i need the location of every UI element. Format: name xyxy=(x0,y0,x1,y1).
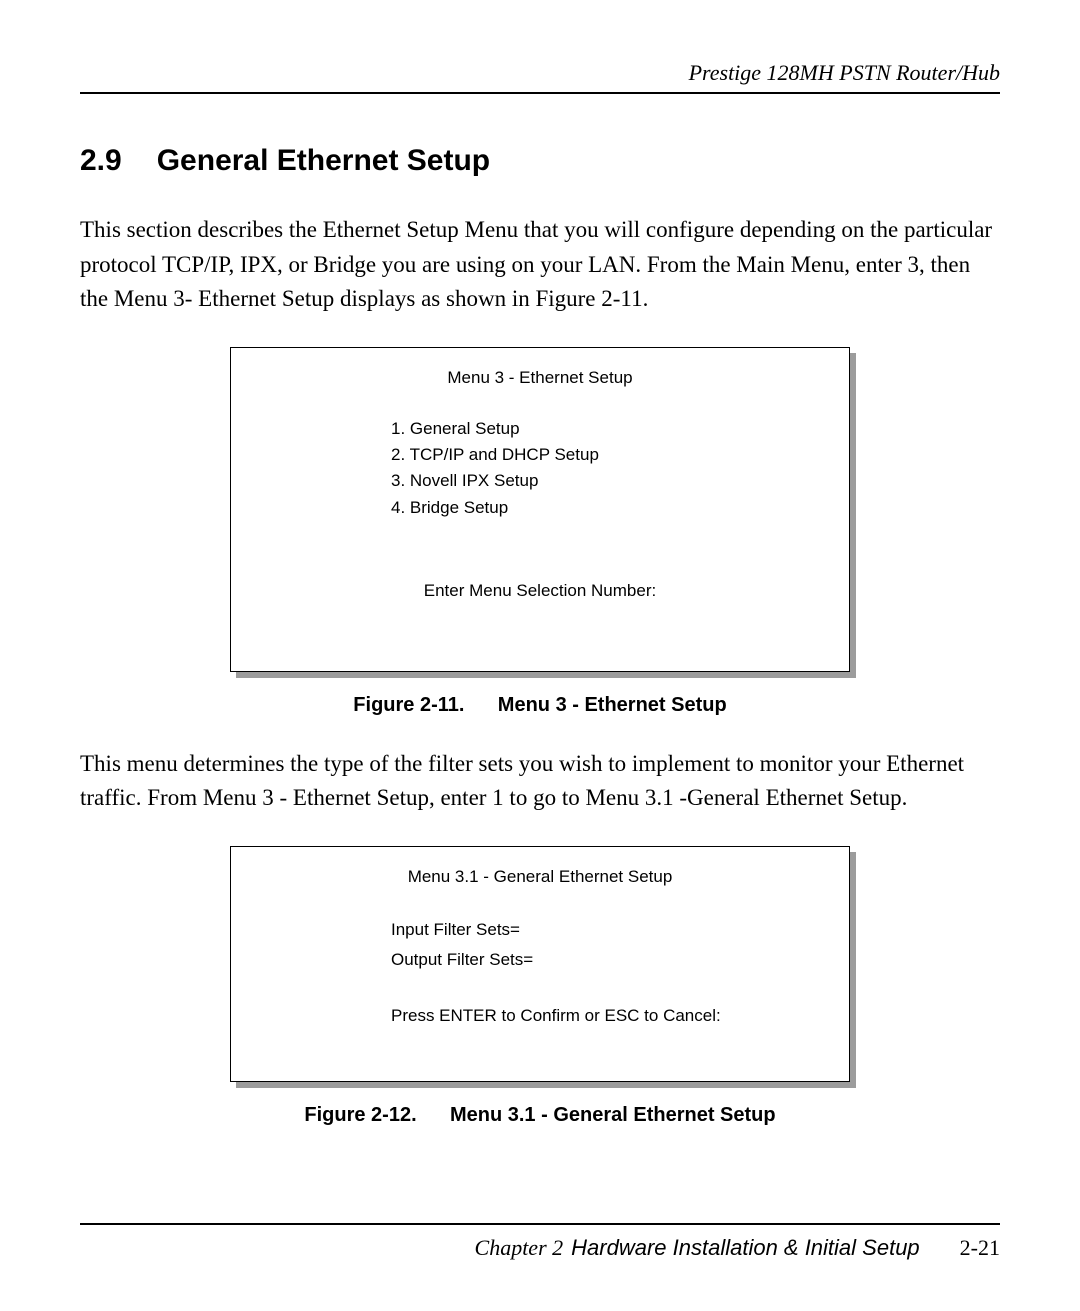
menu31-prompt: Press ENTER to Confirm or ESC to Cancel: xyxy=(391,1006,819,1026)
menu3-title: Menu 3 - Ethernet Setup xyxy=(261,368,819,388)
menu3-item-2: 2. TCP/IP and DHCP Setup xyxy=(391,442,819,468)
running-header: Prestige 128MH PSTN Router/Hub xyxy=(80,60,1000,94)
paragraph-2: This menu determines the type of the fil… xyxy=(80,747,1000,816)
figure-2-caption: Figure 2-12. Menu 3.1 - General Ethernet… xyxy=(80,1104,1000,1127)
footer-chapter-title: Hardware Installation & Initial Setup xyxy=(571,1235,920,1261)
document-page: Prestige 128MH PSTN Router/Hub 2.9 Genera… xyxy=(0,0,1080,1311)
menu3-prompt: Enter Menu Selection Number: xyxy=(261,581,819,601)
page-footer: Chapter 2 Hardware Installation & Initia… xyxy=(80,1223,1000,1261)
section-heading: 2.9 General Ethernet Setup xyxy=(80,144,1000,178)
menu31-screen: Menu 3.1 - General Ethernet Setup Input … xyxy=(230,846,850,1082)
footer-chapter-label: Chapter 2 xyxy=(475,1235,564,1261)
figure-2: Menu 3.1 - General Ethernet Setup Input … xyxy=(80,846,1000,1127)
menu3-item-3: 3. Novell IPX Setup xyxy=(391,468,819,494)
menu31-fields: Input Filter Sets= Output Filter Sets= xyxy=(391,915,819,976)
menu3-screen: Menu 3 - Ethernet Setup 1. General Setup… xyxy=(230,347,850,672)
menu31-input-filter: Input Filter Sets= xyxy=(391,915,819,946)
figure-1: Menu 3 - Ethernet Setup 1. General Setup… xyxy=(80,347,1000,717)
menu3-item-4: 4. Bridge Setup xyxy=(391,495,819,521)
menu3-items: 1. General Setup 2. TCP/IP and DHCP Setu… xyxy=(391,416,819,521)
menu31-output-filter: Output Filter Sets= xyxy=(391,945,819,976)
footer-chapter: Chapter 2 Hardware Installation & Initia… xyxy=(475,1235,920,1261)
menu3-item-1: 1. General Setup xyxy=(391,416,819,442)
section-title: General Ethernet Setup xyxy=(157,144,490,177)
section-number: 2.9 xyxy=(80,144,122,178)
menu31-title: Menu 3.1 - General Ethernet Setup xyxy=(261,867,819,887)
footer-page-number: 2-21 xyxy=(960,1235,1000,1261)
paragraph-1: This section describes the Ethernet Setu… xyxy=(80,213,1000,317)
figure-1-caption: Figure 2-11. Menu 3 - Ethernet Setup xyxy=(80,694,1000,717)
